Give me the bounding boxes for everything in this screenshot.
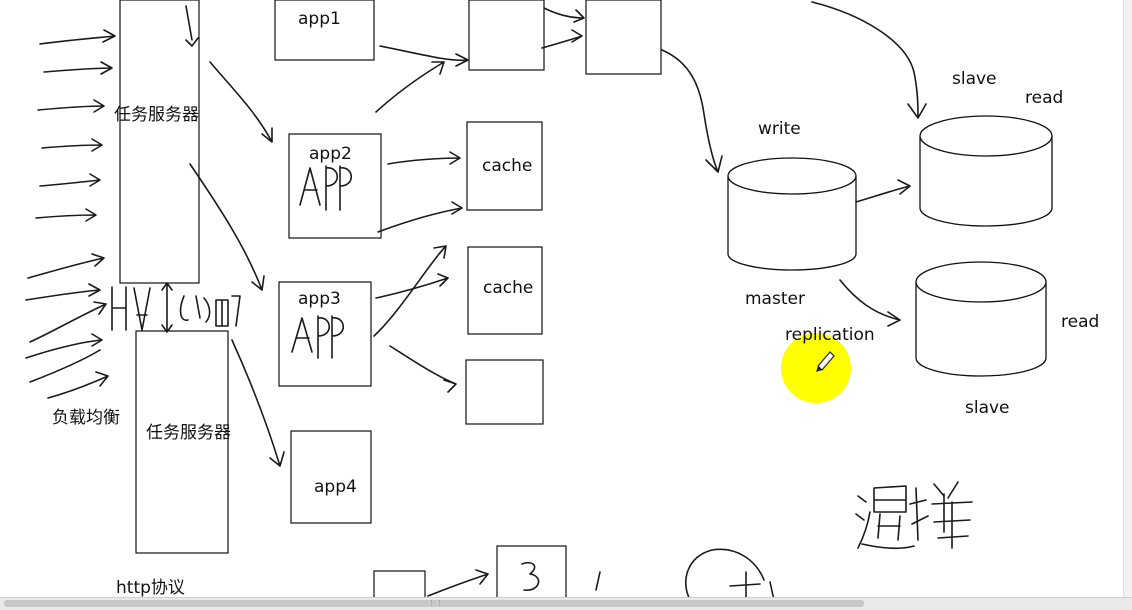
cache-2-label: cache: [483, 278, 533, 298]
slave-top-label: slave: [952, 69, 997, 89]
ha-heartbeat-scribble: [111, 282, 241, 333]
read-bottom-label: read: [1061, 312, 1099, 332]
app1-label: app1: [298, 9, 341, 29]
bottom-circle-scribble: [685, 548, 775, 601]
slave-database-top: [919, 115, 1053, 227]
cache-box-top: [468, 0, 545, 71]
vertical-scrollbar[interactable]: [1123, 0, 1132, 597]
architecture-diagram: 任务服务器 任务服务器 负载均衡 http协议 app1 app2 app3 a…: [25, 0, 1099, 609]
scrollbar-grip-icon: ⋮⋮: [428, 600, 444, 607]
load-balance-label: 负载均衡: [52, 408, 120, 428]
bottom-arrow: [427, 569, 489, 597]
handwritten-logic-characters: [855, 481, 973, 549]
replication-label: replication: [785, 325, 875, 345]
cache-1-label: cache: [482, 156, 532, 176]
app-to-cache-arrows: [373, 45, 469, 393]
master-database: [727, 157, 857, 271]
top-to-slave-arrow: [811, 1, 927, 119]
app4-label: app4: [314, 477, 357, 497]
app3-label: app3: [298, 289, 341, 309]
task-server-top-label: 任务服务器: [114, 105, 199, 125]
master-label: master: [745, 289, 805, 309]
bottom-stroke: [595, 571, 601, 591]
incoming-request-arrows: [25, 29, 116, 399]
http-protocol-label: http协议: [116, 578, 185, 598]
slave-bottom-label: slave: [965, 398, 1010, 418]
app2-label: app2: [309, 144, 352, 164]
proxy-box: [585, 0, 662, 75]
task-server-bottom-label: 任务服务器: [146, 423, 231, 443]
slave-database-bottom: [915, 261, 1047, 377]
task-server-top-box: [119, 0, 200, 284]
write-label: write: [758, 119, 801, 139]
proxy-to-master-arrow: [661, 49, 723, 173]
horizontal-scrollbar[interactable]: ⋮⋮: [0, 597, 1132, 610]
cache-box-empty: [465, 359, 544, 425]
read-top-label: read: [1025, 88, 1063, 108]
cache-to-proxy-arrows: [541, 7, 585, 49]
